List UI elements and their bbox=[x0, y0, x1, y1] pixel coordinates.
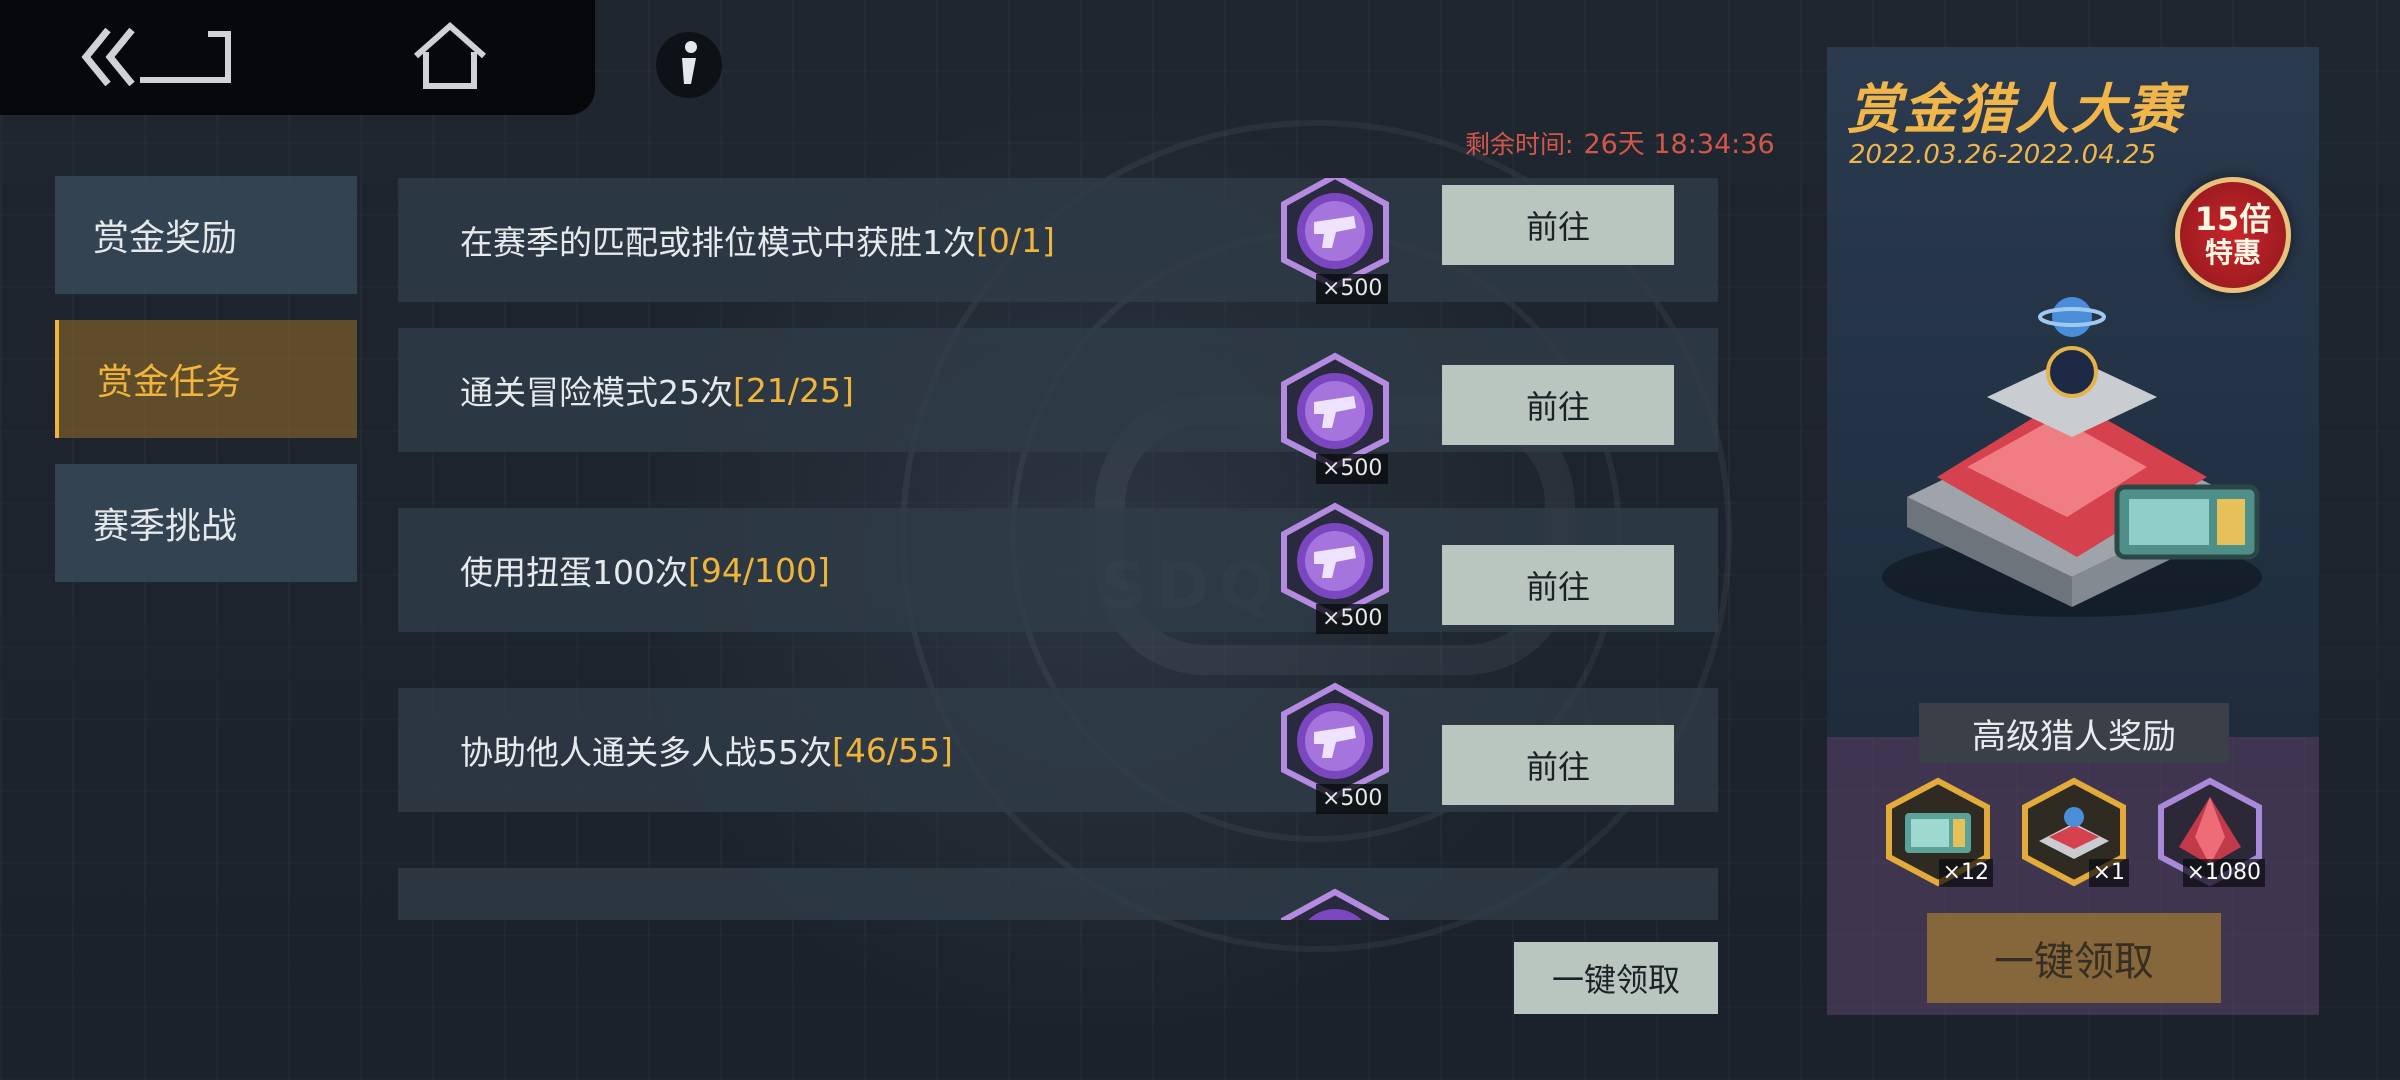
back-icon bbox=[81, 27, 231, 87]
discount-badge: 15倍 特惠 bbox=[2175, 177, 2291, 293]
advanced-reward-item[interactable]: ×12 bbox=[1883, 777, 1993, 887]
reward-token: ×500 bbox=[1276, 178, 1394, 304]
task-progress: [21/25] bbox=[733, 370, 854, 410]
panel-claim-all-button[interactable]: 一键领取 bbox=[1927, 913, 2221, 1003]
panel-title: 赏金猎人大赛 bbox=[1847, 77, 2183, 141]
sidebar-item-label: 赛季挑战 bbox=[93, 506, 238, 547]
back-button[interactable] bbox=[80, 22, 240, 92]
info-button[interactable] bbox=[656, 32, 722, 98]
timer-value: 26天 18:34:36 bbox=[1583, 129, 1775, 160]
home-icon bbox=[414, 21, 486, 89]
task-progress: [0/1] bbox=[976, 220, 1055, 260]
go-button[interactable]: 前往 bbox=[1442, 545, 1674, 625]
home-button[interactable] bbox=[410, 20, 490, 94]
timer-label: 剩余时间: bbox=[1465, 130, 1574, 159]
panel-top: 赏金猎人大赛 2022.03.26-2022.04.25 15倍 特惠 bbox=[1827, 47, 2319, 737]
claim-all-button[interactable]: 一键领取 bbox=[1514, 942, 1718, 1014]
go-button[interactable]: 前往 bbox=[1442, 725, 1674, 805]
reward-qty: ×1 bbox=[2088, 859, 2129, 887]
task-description: 使用扭蛋100次 bbox=[460, 553, 688, 592]
advanced-reward-item[interactable]: ×1080 bbox=[2155, 777, 2265, 887]
task-text: 通关冒险模式25次 [21/25] bbox=[460, 328, 854, 452]
advanced-reward-item[interactable]: ×1 bbox=[2019, 777, 2129, 887]
go-button[interactable]: 前往 bbox=[1442, 365, 1674, 445]
reward-qty: ×500 bbox=[1316, 604, 1389, 634]
badge-line2: 特惠 bbox=[2204, 236, 2261, 269]
info-icon bbox=[682, 41, 697, 84]
reward-token-icon bbox=[1281, 682, 1389, 800]
reward-qty: ×1080 bbox=[2182, 859, 2265, 887]
task-list[interactable]: 在赛季的匹配或排位模式中获胜1次 [0/1] ×500 前往 通关冒险模式25次[… bbox=[398, 178, 1718, 920]
task-row: 在赛季的匹配或排位模式中获胜1次 [0/1] ×500 前往 bbox=[398, 178, 1718, 304]
reward-token-icon bbox=[1281, 888, 1389, 920]
reward-qty: ×500 bbox=[1316, 454, 1389, 484]
go-button[interactable]: 前往 bbox=[1442, 185, 1674, 265]
task-text: 在赛季的匹配或排位模式中获胜1次 [0/1] bbox=[460, 178, 1055, 302]
task-progress: [94/100] bbox=[688, 550, 830, 590]
task-row: 通关冒险模式25次 [21/25] ×500 前往 bbox=[398, 328, 1718, 484]
task-row: 使用扭蛋100次 [94/100] ×500 前往 bbox=[398, 502, 1718, 634]
reward-qty: ×500 bbox=[1316, 784, 1389, 814]
sidebar-item-bounty-rewards[interactable]: 赏金奖励 bbox=[55, 176, 357, 294]
reward-token-icon bbox=[1281, 352, 1389, 470]
task-description: 通关冒险模式25次 bbox=[460, 373, 733, 412]
remaining-time: 剩余时间: 26天 18:34:36 bbox=[1465, 122, 1775, 161]
task-text: 协助他人通关多人战55次 [46/55] bbox=[460, 688, 953, 812]
sidebar-item-season-challenge[interactable]: 赛季挑战 bbox=[55, 464, 357, 582]
sidebar-item-bounty-tasks[interactable]: 赏金任务 bbox=[55, 320, 357, 438]
panel-date: 2022.03.26-2022.04.25 bbox=[1849, 140, 2157, 170]
reward-crate-illustration bbox=[1882, 297, 2262, 617]
advanced-hunter-rewards-title: 高级猎人奖励 bbox=[1919, 703, 2229, 763]
task-description: 协助他人通关多人战55次 bbox=[460, 733, 832, 772]
task-description: 在赛季的匹配或排位模式中获胜1次 bbox=[460, 223, 976, 262]
reward-token: ×500 bbox=[1276, 352, 1394, 484]
task-text: 使用扭蛋100次 [94/100] bbox=[460, 508, 830, 632]
badge-line1: 15倍 bbox=[2194, 200, 2272, 238]
task-progress: [46/55] bbox=[832, 730, 953, 770]
reward-token bbox=[1276, 888, 1394, 920]
sidebar-item-label: 赏金奖励 bbox=[93, 218, 238, 259]
reward-qty: ×12 bbox=[1938, 859, 1993, 887]
reward-token-icon bbox=[1281, 502, 1389, 620]
task-row: 协助他人通关多人战55次 [46/55] ×500 前往 bbox=[398, 682, 1718, 814]
reward-token: ×500 bbox=[1276, 502, 1394, 634]
sidebar-item-label: 赏金任务 bbox=[97, 362, 242, 403]
reward-qty: ×500 bbox=[1316, 274, 1389, 304]
top-bar bbox=[0, 0, 595, 115]
reward-token: ×500 bbox=[1276, 682, 1394, 814]
tournament-panel: 赏金猎人大赛 2022.03.26-2022.04.25 15倍 特惠 高级猎人… bbox=[1827, 47, 2319, 1015]
task-row-partial bbox=[398, 868, 1718, 920]
